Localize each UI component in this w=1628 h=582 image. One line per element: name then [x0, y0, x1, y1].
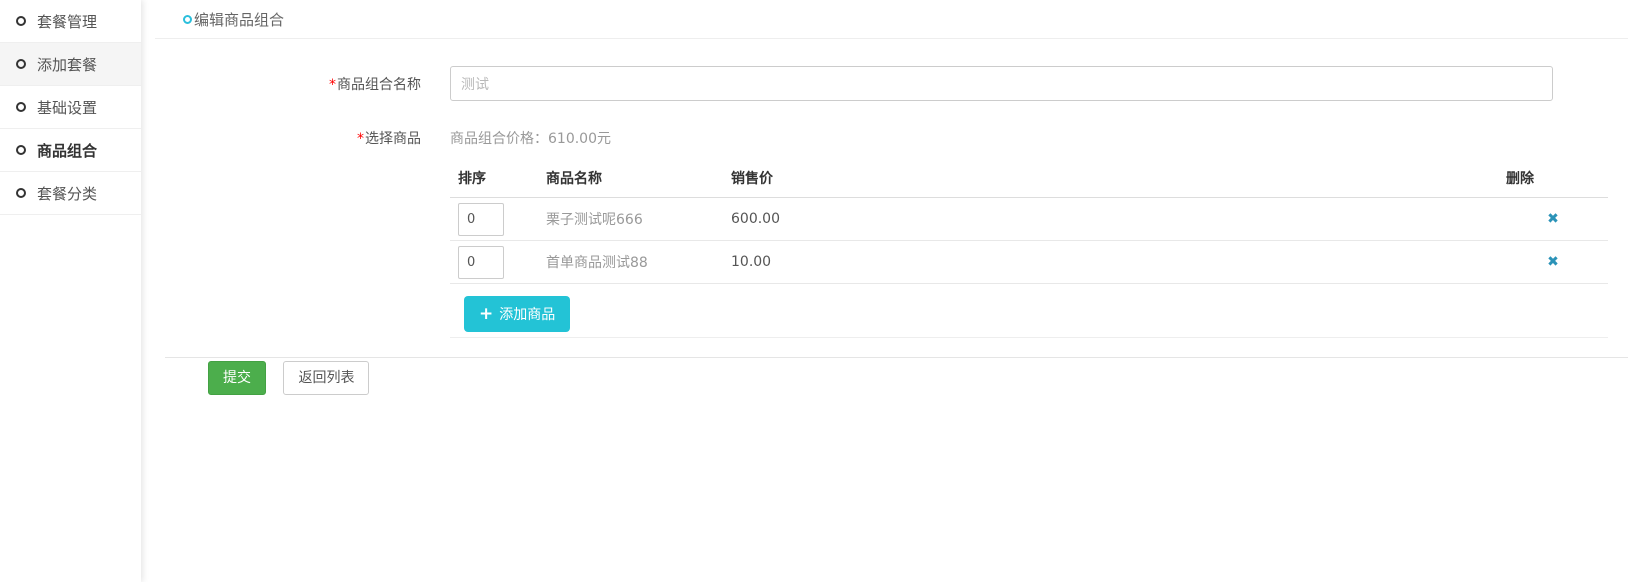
sort-input[interactable]: [458, 246, 504, 279]
page-header: 编辑商品组合: [155, 0, 1628, 39]
table-row: 首单商品测试88 10.00 ✖: [450, 241, 1608, 284]
sidebar-item-basic-settings[interactable]: 基础设置: [0, 86, 141, 129]
circle-icon: [16, 102, 26, 112]
combo-price-value: 610.00元: [548, 131, 611, 147]
sidebar-item-label: 套餐分类: [37, 183, 97, 204]
product-price: 10.00: [731, 254, 771, 270]
sidebar-item-label: 套餐管理: [37, 11, 97, 32]
add-product-button[interactable]: + 添加商品: [464, 296, 570, 332]
required-asterisk: *: [329, 77, 336, 93]
delete-x-icon[interactable]: ✖: [1547, 211, 1559, 227]
sidebar: 套餐管理 添加套餐 基础设置 商品组合 套餐分类: [0, 0, 141, 582]
plus-icon: +: [479, 307, 493, 321]
table-row: 栗子测试呢666 600.00 ✖: [450, 198, 1608, 241]
header-name: 商品名称: [538, 162, 723, 198]
product-price: 600.00: [731, 211, 780, 227]
select-products-label: *选择商品: [141, 120, 421, 148]
sidebar-item-label: 添加套餐: [37, 54, 97, 75]
form-actions: 提交 返回列表: [165, 357, 1628, 395]
sidebar-item-product-combo[interactable]: 商品组合: [0, 129, 141, 172]
select-products-label-text: 选择商品: [365, 131, 421, 147]
page-title: 编辑商品组合: [194, 9, 284, 30]
products-table-wrapper: 排序 商品名称 销售价 删除 栗子测试呢666: [450, 162, 1608, 338]
sort-input[interactable]: [458, 203, 504, 236]
delete-x-icon[interactable]: ✖: [1547, 254, 1559, 270]
sidebar-item-label: 基础设置: [37, 97, 97, 118]
combo-name-label-text: 商品组合名称: [337, 77, 421, 93]
circle-icon: [16, 188, 26, 198]
combo-name-control: [450, 66, 1628, 101]
combo-price-line: 商品组合价格：610.00元: [450, 120, 1628, 148]
circle-icon: [16, 16, 26, 26]
combo-price-label: 商品组合价格：: [450, 131, 548, 147]
circle-icon: [183, 15, 192, 24]
combo-name-input[interactable]: [450, 66, 1553, 101]
sidebar-item-label: 商品组合: [37, 140, 97, 161]
select-products-control: 商品组合价格：610.00元 排序 商品名称 销售价 删除: [450, 120, 1628, 338]
sidebar-item-add-package[interactable]: 添加套餐: [0, 43, 141, 86]
combo-name-row: *商品组合名称: [141, 66, 1628, 101]
header-sort: 排序: [450, 162, 538, 198]
back-to-list-button[interactable]: 返回列表: [283, 361, 369, 395]
select-products-row: *选择商品 商品组合价格：610.00元 排序 商品名称 销售价 删除: [141, 120, 1628, 338]
submit-button[interactable]: 提交: [208, 361, 266, 395]
circle-icon: [16, 59, 26, 69]
product-name: 栗子测试呢666: [546, 212, 643, 228]
product-name: 首单商品测试88: [546, 255, 648, 271]
sidebar-item-package-category[interactable]: 套餐分类: [0, 172, 141, 215]
combo-name-label: *商品组合名称: [141, 66, 421, 94]
header-delete: 删除: [1498, 162, 1608, 198]
edit-combo-form: *商品组合名称 *选择商品 商品组合价格：610.00元 排序: [141, 66, 1628, 395]
header-price: 销售价: [723, 162, 1498, 198]
circle-icon: [16, 145, 26, 155]
add-product-label: 添加商品: [499, 304, 555, 324]
main-content: 编辑商品组合 *商品组合名称 *选择商品 商品组合价格：610.00元: [141, 0, 1628, 582]
sidebar-item-package-manage[interactable]: 套餐管理: [0, 0, 141, 43]
products-table: 排序 商品名称 销售价 删除 栗子测试呢666: [450, 162, 1608, 284]
required-asterisk: *: [357, 131, 364, 147]
products-table-header-row: 排序 商品名称 销售价 删除: [450, 162, 1608, 198]
